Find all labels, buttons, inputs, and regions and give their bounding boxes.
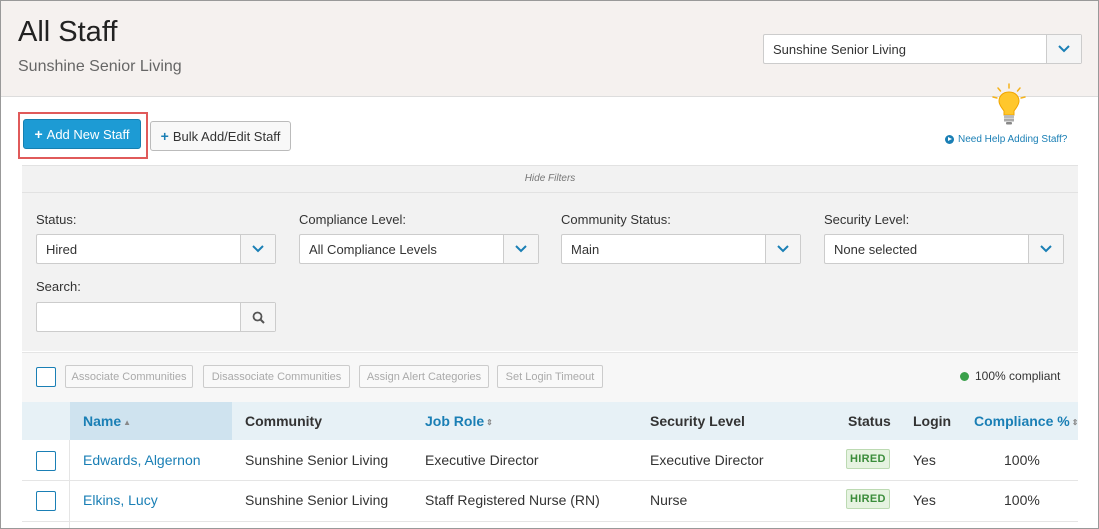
community-select-value: Sunshine Senior Living — [773, 42, 906, 57]
community-select[interactable]: Sunshine Senior Living — [763, 34, 1082, 64]
help-link-label: Need Help Adding Staff? — [958, 134, 1068, 145]
chevron-down-icon[interactable] — [1046, 35, 1081, 63]
sort-asc-icon: ▲ — [123, 417, 132, 427]
compliance-cell: 100% — [1004, 452, 1040, 468]
set-login-timeout-button[interactable]: Set Login Timeout — [497, 365, 603, 388]
search-label: Search: — [36, 279, 81, 294]
security-level-select[interactable]: None selected — [824, 234, 1064, 264]
play-circle-icon — [945, 135, 954, 144]
community-cell: Sunshine Senior Living — [245, 492, 389, 508]
col-job-role[interactable]: Job Role ⇕ — [425, 413, 493, 429]
col-security-level: Security Level — [650, 413, 745, 429]
select-all-checkbox[interactable] — [36, 367, 56, 387]
compliance-level-label: Compliance Level: — [299, 212, 406, 227]
chevron-down-icon[interactable] — [765, 235, 800, 263]
login-cell: Yes — [913, 452, 936, 468]
table-header: Name ▲ Community Job Role ⇕ Security Level… — [22, 402, 1078, 440]
security-level-cell: Executive Director — [650, 452, 764, 468]
search-input[interactable] — [36, 302, 276, 332]
associate-communities-button[interactable]: Associate Communities — [65, 365, 193, 388]
hide-filters-toggle[interactable]: Hide Filters — [22, 166, 1078, 193]
col-login: Login — [913, 413, 952, 429]
sort-icon: ⇕ — [486, 417, 493, 427]
add-new-staff-button[interactable]: + Add New Staff — [23, 119, 141, 149]
search-icon — [252, 311, 265, 324]
status-dot-icon — [960, 371, 969, 381]
col-name[interactable]: Name ▲ — [83, 413, 131, 429]
compliance-summary-text: 100% compliant — [975, 369, 1061, 383]
row-checkbox[interactable] — [36, 491, 56, 511]
row-checkbox[interactable] — [36, 451, 56, 471]
community-status-value: Main — [571, 242, 600, 257]
help-adding-staff-link[interactable]: Need Help Adding Staff? — [945, 134, 1067, 145]
bulk-actions-bar: Associate Communities Disassociate Commu… — [22, 352, 1078, 402]
col-status: Status — [848, 413, 891, 429]
column-divider — [69, 440, 70, 528]
chevron-down-icon[interactable] — [1028, 235, 1063, 263]
compliance-cell: 100% — [1004, 492, 1040, 508]
disassociate-communities-button[interactable]: Disassociate Communities — [203, 365, 350, 388]
table-row: Edwards, Algernon Sunshine Senior Living… — [22, 440, 1078, 481]
login-cell: Yes — [913, 492, 936, 508]
community-status-label: Community Status: — [561, 212, 671, 227]
security-level-label: Security Level: — [824, 212, 910, 227]
lightbulb-icon — [992, 83, 1026, 125]
compliance-level-value: All Compliance Levels — [309, 242, 437, 257]
add-new-staff-label: Add New Staff — [46, 126, 130, 142]
plus-icon: + — [160, 128, 169, 144]
community-cell: Sunshine Senior Living — [245, 452, 389, 468]
page-title: All Staff — [18, 16, 118, 48]
bulk-add-edit-label: Bulk Add/Edit Staff — [172, 128, 281, 144]
status-badge: HIRED — [846, 489, 890, 509]
chevron-down-icon[interactable] — [503, 235, 538, 263]
chevron-down-icon[interactable] — [240, 235, 275, 263]
status-label: Status: — [36, 212, 77, 227]
compliance-summary: 100% compliant — [960, 369, 1060, 383]
bulk-add-edit-button[interactable]: + Bulk Add/Edit Staff — [150, 121, 291, 151]
assign-alert-categories-button[interactable]: Assign Alert Categories — [359, 365, 489, 388]
filters-panel: Hide Filters Status: Hired Compliance Le… — [22, 165, 1078, 351]
status-select-value: Hired — [46, 242, 78, 257]
status-select[interactable]: Hired — [36, 234, 276, 264]
security-level-cell: Nurse — [650, 492, 688, 508]
job-role-cell: Staff Registered Nurse (RN) — [425, 492, 600, 508]
job-role-cell: Executive Director — [425, 452, 539, 468]
status-badge: HIRED — [846, 449, 890, 469]
page-subtitle: Sunshine Senior Living — [18, 58, 182, 75]
compliance-level-select[interactable]: All Compliance Levels — [299, 234, 539, 264]
sort-icon: ⇕ — [1071, 417, 1079, 427]
col-community: Community — [245, 413, 322, 429]
col-compliance[interactable]: Compliance % ⇕ — [974, 413, 1078, 429]
community-status-select[interactable]: Main — [561, 234, 801, 264]
security-level-value: None selected — [834, 242, 918, 257]
plus-icon: + — [34, 126, 43, 142]
page-header: All Staff Sunshine Senior Living Sunshin… — [1, 1, 1098, 97]
app-frame: All Staff Sunshine Senior Living Sunshin… — [0, 0, 1099, 529]
search-button[interactable] — [240, 303, 275, 331]
staff-name-link[interactable]: Edwards, Algernon — [83, 452, 201, 468]
table-row: Elkins, Lucy Sunshine Senior Living Staf… — [22, 481, 1078, 522]
staff-name-link[interactable]: Elkins, Lucy — [83, 492, 158, 508]
